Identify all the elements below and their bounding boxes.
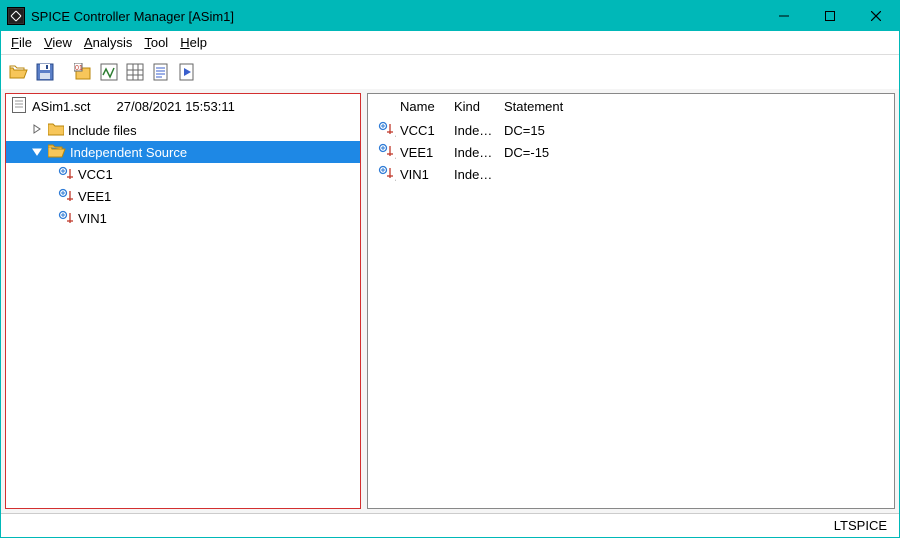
waveform-page-icon	[100, 63, 118, 81]
tree-leaf-label: VEE1	[78, 189, 111, 204]
menu-view[interactable]: View	[40, 33, 76, 52]
app-window: SPICE Controller Manager [ASim1] File Vi…	[0, 0, 900, 538]
list-panel: Name Kind Statement VCC1 Inde… DC=15 VEE…	[367, 93, 895, 509]
list-row[interactable]: VCC1 Inde… DC=15	[368, 119, 894, 141]
list-header: Name Kind Statement	[368, 94, 894, 119]
tree-panel: ASim1.sct 27/08/2021 15:53:11 Include fi…	[5, 93, 361, 509]
folder-open-icon	[48, 144, 66, 161]
menu-file[interactable]: File	[7, 33, 36, 52]
menu-help[interactable]: Help	[176, 33, 211, 52]
cell-kind: Inde…	[450, 167, 500, 182]
grid-page-icon	[126, 63, 144, 81]
source-icon	[58, 166, 74, 182]
titlebar[interactable]: SPICE Controller Manager [ASim1]	[1, 1, 899, 31]
source-icon	[58, 210, 74, 226]
toolbar-save-button[interactable]	[33, 60, 57, 84]
maximize-icon	[825, 11, 835, 21]
data-folder-icon: 01	[74, 63, 92, 81]
window-title: SPICE Controller Manager [ASim1]	[31, 9, 234, 24]
toolbar-btn-7[interactable]	[175, 60, 199, 84]
toolbar-btn-3[interactable]: 01	[71, 60, 95, 84]
text-page-icon	[152, 63, 170, 81]
file-icon	[12, 97, 26, 116]
cell-name: VCC1	[396, 123, 450, 138]
maximize-button[interactable]	[807, 1, 853, 31]
col-header-kind[interactable]: Kind	[450, 97, 500, 116]
collapse-icon[interactable]	[30, 146, 44, 159]
tree-file-date: 27/08/2021 15:53:11	[117, 99, 235, 114]
minimize-button[interactable]	[761, 1, 807, 31]
run-page-icon	[178, 63, 196, 81]
source-icon	[374, 143, 396, 162]
menubar: File View Analysis Tool Help	[1, 31, 899, 55]
open-folder-icon	[9, 63, 29, 81]
folder-icon	[48, 122, 64, 139]
col-header-statement[interactable]: Statement	[500, 97, 888, 116]
tree-leaf-label: VIN1	[78, 211, 107, 226]
close-button[interactable]	[853, 1, 899, 31]
save-icon	[36, 63, 54, 81]
minimize-icon	[779, 11, 789, 21]
col-header-name[interactable]: Name	[396, 97, 450, 116]
toolbar-open-button[interactable]	[7, 60, 31, 84]
menu-analysis[interactable]: Analysis	[80, 33, 136, 52]
cell-statement: DC=15	[500, 123, 888, 138]
tree-leaf[interactable]: VIN1	[6, 207, 360, 229]
tree-leaf-label: VCC1	[78, 167, 113, 182]
tree-file-header[interactable]: ASim1.sct 27/08/2021 15:53:11	[6, 94, 360, 119]
toolbar-btn-5[interactable]	[123, 60, 147, 84]
tree-leaf[interactable]: VCC1	[6, 163, 360, 185]
statusbar: LTSPICE	[1, 513, 899, 537]
tree-node-independent-source[interactable]: Independent Source	[6, 141, 360, 163]
app-icon	[7, 7, 25, 25]
source-icon	[374, 165, 396, 184]
expand-icon[interactable]	[30, 124, 44, 137]
list-row[interactable]: VEE1 Inde… DC=-15	[368, 141, 894, 163]
tree-label: Include files	[68, 123, 137, 138]
close-icon	[871, 11, 881, 21]
cell-kind: Inde…	[450, 145, 500, 160]
cell-name: VEE1	[396, 145, 450, 160]
tree-file-name: ASim1.sct	[32, 99, 91, 114]
toolbar-btn-6[interactable]	[149, 60, 173, 84]
source-icon	[58, 188, 74, 204]
menu-tool[interactable]: Tool	[140, 33, 172, 52]
status-text: LTSPICE	[834, 518, 887, 533]
tree-leaf[interactable]: VEE1	[6, 185, 360, 207]
svg-text:01: 01	[75, 65, 83, 72]
tree-label: Independent Source	[70, 145, 187, 160]
body: ASim1.sct 27/08/2021 15:53:11 Include fi…	[1, 89, 899, 513]
tree-node-include-files[interactable]: Include files	[6, 119, 360, 141]
toolbar-btn-4[interactable]	[97, 60, 121, 84]
source-icon	[374, 121, 396, 140]
cell-name: VIN1	[396, 167, 450, 182]
cell-kind: Inde…	[450, 123, 500, 138]
list-row[interactable]: VIN1 Inde…	[368, 163, 894, 185]
toolbar: 01	[1, 55, 899, 89]
cell-statement: DC=-15	[500, 145, 888, 160]
